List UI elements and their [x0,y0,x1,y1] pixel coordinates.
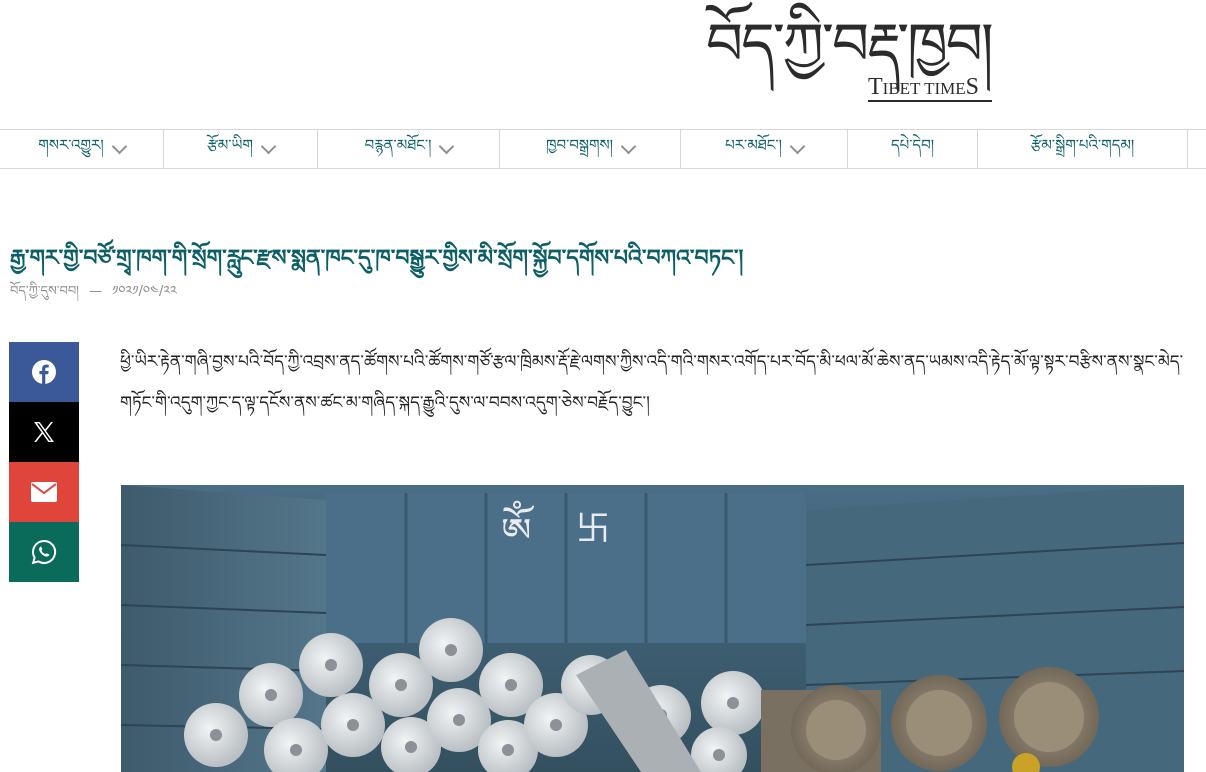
nav-item-videos[interactable]: བརྙན་མཐོང་། [318,130,500,169]
logo-english-text: TIBET TIMES [868,74,979,100]
page: བོད་ཀྱི་བརྡ་ཁྱབ། TIBET TIMES གསར་འགྱུར། … [0,0,1206,772]
nav-item-label: གསར་འགྱུར། [38,135,104,154]
share-bar [9,342,79,582]
article-meta: བོད་ཀྱི་དུས་བབ། — ༡༠༢༡/༠༤/༢༢ [10,276,177,313]
nav-item-label: རྩོམ་ཡིག [207,135,253,154]
share-x-button[interactable] [9,402,79,462]
nav-item-label: རྩོམ་སྒྲིག་པའི་གདམ། [1030,135,1135,154]
share-whatsapp-button[interactable] [9,522,79,582]
article-title: རྒྱ་གར་གྱི་བཙོ་གྲྭ་ཁག་གི་སྲོག་རླུང་རྫས་ས… [10,245,744,271]
nav-item-announcements[interactable]: ཁྱབ་བསྒྲགས། [500,130,681,169]
chevron-down-icon [620,138,637,155]
nav-item-label: ཁྱབ་བསྒྲགས། [545,135,614,154]
facebook-icon [32,360,56,384]
chevron-down-icon [260,138,277,155]
nav-item-editorial[interactable]: རྩོམ་སྒྲིག་པའི་གདམ། [978,130,1188,169]
chevron-down-icon [439,138,455,155]
x-logo-icon [34,422,54,442]
nav-item-photos[interactable]: པར་མཐོང་། [681,130,848,169]
share-facebook-button[interactable] [9,342,79,402]
article-source[interactable]: བོད་ཀྱི་དུས་བབ། [10,284,79,299]
chevron-down-icon [111,138,127,155]
nav-item-books[interactable]: དཔེ་དེབ། [848,130,978,169]
nav-item-news[interactable]: གསར་འགྱུར། [0,130,164,169]
article-date: ༡༠༢༡/༠༤/༢༢ [112,284,177,299]
oxygen-cylinders-illustration: ཨོཾ 卐 [121,485,1184,772]
article-image: ཨོཾ 卐 [121,485,1184,772]
share-email-button[interactable] [9,462,79,522]
site-logo[interactable]: བོད་ཀྱི་བརྡ་ཁྱབ། TIBET TIMES [706,8,1006,104]
svg-text:卐: 卐 [576,509,610,549]
meta-separator: — [89,284,103,299]
logo-tibetan-text: བོད་ཀྱི་བརྡ་ཁྱབ། [706,10,994,78]
whatsapp-icon [31,539,57,565]
nav-item-label: པར་མཐོང་། [725,135,782,154]
envelope-icon [31,482,57,502]
nav-item-label: དཔེ་དེབ། [890,135,935,154]
logo-underline [868,100,992,102]
main-nav: གསར་འགྱུར། རྩོམ་ཡིག བརྙན་མཐོང་། ཁྱབ་བསྒྲ… [0,129,1206,169]
chevron-down-icon [789,138,806,155]
nav-item-label: བརྙན་མཐོང་། [364,135,432,154]
nav-item-articles[interactable]: རྩོམ་ཡིག [164,130,318,169]
article-paragraph: ཕྱི་ཡིར་རྟེན་གཞི་བྱས་པའི་བོད་ཀྱི་འབྲས་ནད… [120,352,1184,413]
